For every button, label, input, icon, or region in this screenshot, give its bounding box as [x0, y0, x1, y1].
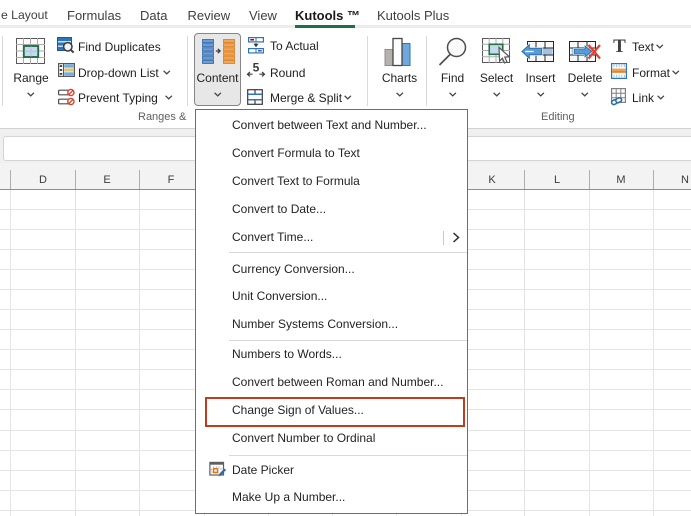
svg-text:5: 5	[253, 61, 260, 75]
svg-text:T: T	[613, 36, 626, 57]
